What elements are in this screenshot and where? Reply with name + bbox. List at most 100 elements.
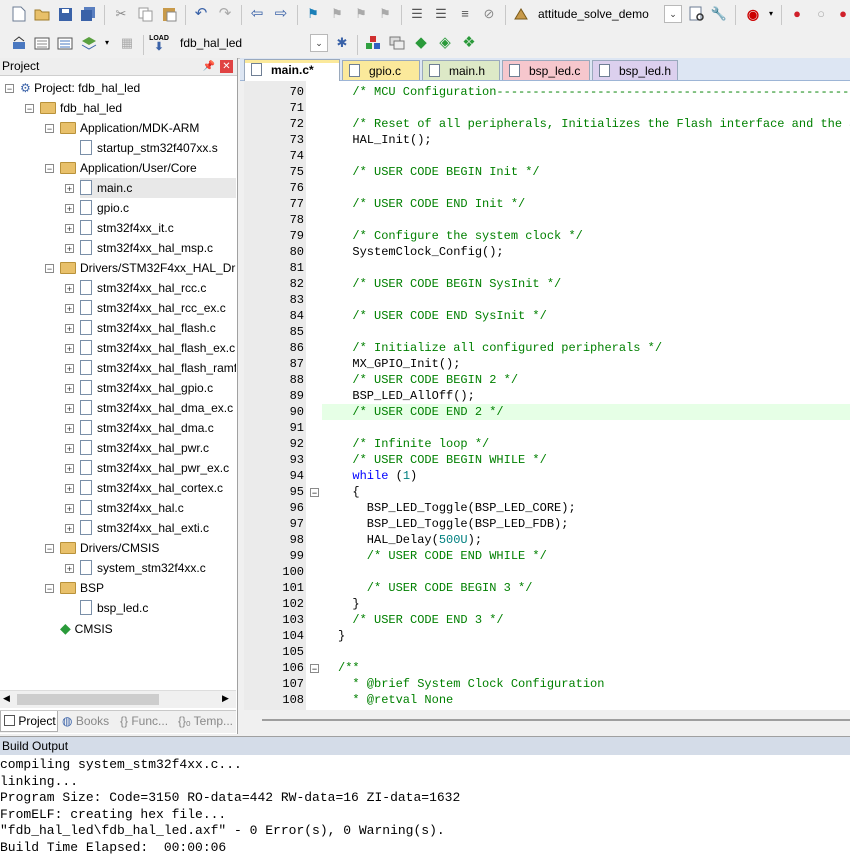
code-line[interactable]: /* USER CODE END 3 */ [338,612,503,628]
tree-folder[interactable]: Application/User/Core [60,158,197,178]
tree-folder[interactable]: BSP [60,578,104,598]
uncomment-icon[interactable]: ⊘ [480,5,498,23]
tree-file[interactable]: stm32f4xx_hal.c [80,498,184,518]
indent-icon[interactable]: ☰ [408,5,426,23]
tree-folder[interactable]: Application/MDK-ARM [60,118,199,138]
tree-file[interactable]: stm32f4xx_hal_flash.c [80,318,216,338]
redo-icon[interactable]: ↷ [216,5,234,23]
clear-bookmarks-icon[interactable]: ⚑ [376,5,394,23]
kill-breakpoints-icon[interactable]: ● [834,5,850,23]
code-line[interactable]: BSP_LED_Toggle(BSP_LED_CORE); [338,500,576,516]
nav-back-icon[interactable]: ⇦ [248,5,266,23]
code-line[interactable]: /* USER CODE BEGIN WHILE */ [338,452,546,468]
editor-tab[interactable]: main.c* [244,59,340,81]
expand-icon[interactable]: + [65,184,74,194]
code-line[interactable]: /** [338,660,360,676]
scrollbar-track[interactable] [262,719,850,721]
cut-icon[interactable]: ✂ [112,5,130,23]
bookmark-icon[interactable]: ⚑ [304,5,322,23]
code-line[interactable]: * @retval None [338,692,453,708]
file-extensions-icon[interactable] [388,34,406,52]
expand-icon[interactable]: + [65,564,74,574]
batch-build-icon[interactable] [80,34,98,52]
target-options-icon[interactable]: ✱ [333,34,351,52]
expand-icon[interactable]: + [65,524,74,534]
tree-file[interactable]: startup_stm32f407xx.s [80,138,218,158]
tab-templates[interactable]: {}ₒ Temp... [176,711,238,732]
editor-tab[interactable]: bsp_led.c [502,60,590,80]
select-packs-icon[interactable]: ◆ [412,34,430,52]
rebuild-icon[interactable] [56,34,74,52]
fold-icon[interactable]: − [310,488,319,498]
code-line[interactable]: /* USER CODE END SysInit */ [338,308,546,324]
scrollbar-thumb[interactable] [17,694,159,705]
save-all-icon[interactable] [79,5,97,23]
open-folder-icon[interactable] [33,5,51,23]
code-line[interactable]: /* USER CODE BEGIN 3 */ [338,580,533,596]
code-line[interactable]: { [338,484,359,500]
tree-file[interactable]: stm32f4xx_hal_pwr_ex.c [80,458,229,478]
paste-icon[interactable] [160,5,178,23]
prev-bookmark-icon[interactable]: ⚑ [328,5,346,23]
tree-file[interactable]: main.c [80,178,236,198]
scroll-right-icon[interactable]: ▶ [222,693,229,704]
undo-icon[interactable]: ↶ [192,5,210,23]
expand-icon[interactable]: + [65,204,74,214]
expand-icon[interactable]: + [65,324,74,334]
tree-item[interactable]: ◆ CMSIS [60,618,113,638]
tree-file[interactable]: stm32f4xx_hal_flash_ramf [80,358,236,378]
collapse-icon[interactable]: − [45,164,54,174]
expand-icon[interactable]: + [65,284,74,294]
tree-horizontal-scrollbar[interactable]: ◀ ▶ [0,690,236,708]
expand-icon[interactable]: + [65,244,74,254]
tree-file[interactable]: bsp_led.c [80,598,148,618]
unindent-icon[interactable]: ☰ [432,5,450,23]
tree-file[interactable]: stm32f4xx_hal_flash_ex.c [80,338,235,358]
code-line[interactable]: } [338,628,345,644]
expand-icon[interactable]: + [65,484,74,494]
collapse-icon[interactable]: − [45,544,54,554]
build-output-panel[interactable]: compiling system_stm32f4xx.c... linking..… [0,755,850,856]
code-line[interactable]: /* USER CODE BEGIN Init */ [338,164,539,180]
code-line[interactable]: /* USER CODE END Init */ [338,196,525,212]
load-icon[interactable]: LOAD ⬇ [149,34,169,53]
target-select[interactable]: attitude_solve_demo ⌄ [534,5,682,25]
code-editor[interactable]: 70 71 72 73 74 75 76 77 78 79 80 81 82 83 84 85 86 87 88 89… [244,81,850,710]
save-icon[interactable] [56,5,74,23]
copy-icon[interactable] [136,5,154,23]
editor-tab[interactable]: gpio.c [342,60,420,80]
code-line[interactable]: MX_GPIO_Init(); [338,356,460,372]
find-icon[interactable]: 🔧 [710,5,728,23]
collapse-icon[interactable]: − [45,124,54,134]
code-line[interactable]: /* USER CODE END 2 */ [338,404,503,420]
tab-project[interactable]: Project [0,711,58,732]
code-line[interactable]: HAL_Delay(500U); [338,532,482,548]
next-bookmark-icon[interactable]: ⚑ [352,5,370,23]
collapse-icon[interactable]: − [5,84,14,94]
stop-build-icon[interactable]: ▦ [118,34,136,52]
tree-file[interactable]: stm32f4xx_hal_dma_ex.c [80,398,233,418]
close-icon[interactable]: ✕ [220,60,233,73]
code-line[interactable]: /* USER CODE END WHILE */ [338,548,547,564]
tree-file[interactable]: system_stm32f4xx.c [80,558,206,578]
debug-dropdown-icon[interactable]: ▾ [762,5,780,23]
translate-icon[interactable] [10,34,28,52]
code-line[interactable]: /* Configure the system clock */ [338,228,582,244]
tree-file[interactable]: stm32f4xx_it.c [80,218,174,238]
breakpoint-icon[interactable]: ● [788,5,806,23]
find-in-files-icon[interactable] [688,5,706,23]
code-line[interactable]: while (1) [338,468,417,484]
tree-file[interactable]: stm32f4xx_hal_pwr.c [80,438,209,458]
code-line[interactable]: BSP_LED_AllOff(); [338,388,474,404]
scroll-left-icon[interactable]: ◀ [3,693,10,704]
comment-icon[interactable]: ≡ [456,5,474,23]
expand-icon[interactable]: + [65,464,74,474]
collapse-icon[interactable]: − [25,104,34,114]
editor-tab[interactable]: main.h [422,60,500,80]
code-line[interactable]: * @brief System Clock Configuration [338,676,604,692]
code-line[interactable]: SystemClock_Config(); [338,244,503,260]
tree-file[interactable]: stm32f4xx_hal_exti.c [80,518,209,538]
debug-icon[interactable]: ◉ [744,5,762,23]
chevron-down-icon[interactable]: ⌄ [664,5,682,23]
expand-icon[interactable]: + [65,404,74,414]
